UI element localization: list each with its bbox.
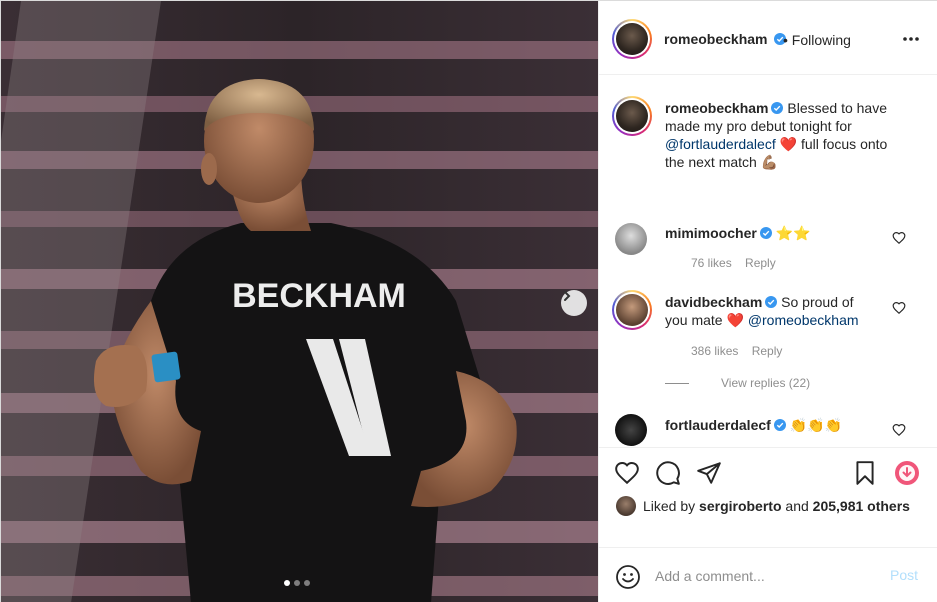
add-comment-bar: Post xyxy=(599,547,937,602)
photo-illustration: BECKHAM xyxy=(1,1,598,602)
caption-username[interactable]: romeobeckham xyxy=(665,100,768,116)
verified-badge-icon xyxy=(773,419,786,431)
reply-button[interactable]: Reply xyxy=(745,256,776,270)
carousel-dots xyxy=(284,580,310,586)
comment-text-1: So proud of xyxy=(781,294,854,310)
next-slide-button[interactable] xyxy=(561,290,587,316)
caption-text-4: the next match xyxy=(665,154,757,170)
post-photo[interactable]: BECKHAM xyxy=(1,1,598,602)
comment-1: mimimoocher ⭐⭐ xyxy=(665,224,811,242)
view-replies-label[interactable]: View replies (22) xyxy=(721,376,810,390)
carousel-dot-2[interactable] xyxy=(294,580,300,586)
comment-text: ⭐⭐ xyxy=(775,225,811,241)
replies-divider xyxy=(665,382,689,384)
author-name-row: romeobeckham xyxy=(664,31,787,47)
likes-summary: Liked by sergiroberto and 205,981 others xyxy=(616,496,910,516)
save-bookmark-icon[interactable] xyxy=(852,460,878,486)
view-replies-button[interactable]: View replies (22) xyxy=(665,376,810,390)
comment-3: fortlauderdalecf 👏👏👏 xyxy=(665,416,842,434)
liker-avatar[interactable] xyxy=(616,496,636,516)
download-icon[interactable] xyxy=(894,460,920,486)
caption-avatar[interactable] xyxy=(612,96,652,136)
comment-mention[interactable]: @romeobeckham xyxy=(748,312,859,328)
muscle-emoji: 💪🏽 xyxy=(760,154,779,170)
like-comment-heart-icon[interactable] xyxy=(892,423,906,437)
likes-others[interactable]: 205,981 others xyxy=(813,498,910,514)
following-status[interactable]: • Following xyxy=(783,32,851,48)
author-username[interactable]: romeobeckham xyxy=(664,31,767,47)
caption-text-3: full focus onto xyxy=(800,136,888,152)
post-comment-button[interactable]: Post xyxy=(890,567,918,583)
commenter-avatar[interactable] xyxy=(615,223,647,255)
comments-list[interactable]: romeobeckham Blessed to have made my pro… xyxy=(599,76,937,446)
chevron-right-icon xyxy=(564,291,571,301)
comment-icon[interactable] xyxy=(655,460,681,486)
emoji-smiley-icon[interactable] xyxy=(615,564,641,590)
verified-badge-icon xyxy=(765,296,778,308)
comment-text: 👏👏👏 xyxy=(789,417,842,433)
comment-likes[interactable]: 386 likes xyxy=(691,344,738,358)
caption-text-2: made my pro debut tonight for xyxy=(665,118,852,134)
post-window: BECKHAM romeobeckham • Following romeobe… xyxy=(0,0,937,602)
comment-username[interactable]: davidbeckham xyxy=(665,294,762,310)
verified-badge-icon xyxy=(771,102,784,114)
more-options-icon[interactable] xyxy=(901,31,921,47)
verified-badge-icon xyxy=(759,227,772,239)
commenter-avatar[interactable] xyxy=(612,290,652,330)
comment-likes[interactable]: 76 likes xyxy=(691,256,732,270)
author-avatar[interactable] xyxy=(612,19,652,59)
comment-username[interactable]: fortlauderdalecf xyxy=(665,417,771,433)
like-comment-heart-icon[interactable] xyxy=(892,301,906,315)
comment-meta: 76 likes Reply xyxy=(691,256,786,270)
liker-username[interactable]: sergiroberto xyxy=(699,498,781,514)
comment-text-2: you mate xyxy=(665,312,723,328)
jersey-name: BECKHAM xyxy=(232,277,406,315)
post-header: romeobeckham • Following xyxy=(599,1,937,75)
post-actions: Liked by sergiroberto and 205,981 others xyxy=(599,447,937,547)
liked-by-label: Liked by xyxy=(643,498,696,514)
comment-meta: 386 likes Reply xyxy=(691,344,792,358)
carousel-dot-3[interactable] xyxy=(304,580,310,586)
comment-input[interactable] xyxy=(655,566,875,586)
heart-emoji: ❤️ xyxy=(779,136,798,152)
like-heart-icon[interactable] xyxy=(614,460,640,486)
caption-mention[interactable]: @fortlauderdalecf xyxy=(665,136,776,152)
likes-and: and xyxy=(785,498,809,514)
post-details-panel: romeobeckham • Following romeobeckham Bl… xyxy=(598,1,937,602)
comment-2: davidbeckham So proud of you mate ❤️ @ro… xyxy=(665,293,895,329)
reply-button[interactable]: Reply xyxy=(752,344,783,358)
comment-username[interactable]: mimimoocher xyxy=(665,225,757,241)
caption: romeobeckham Blessed to have made my pro… xyxy=(665,99,925,171)
caption-text-1: Blessed to have xyxy=(787,100,887,116)
carousel-dot-1[interactable] xyxy=(284,580,290,586)
like-comment-heart-icon[interactable] xyxy=(892,231,906,245)
commenter-avatar[interactable] xyxy=(615,414,647,446)
share-icon[interactable] xyxy=(696,460,722,486)
heart-emoji: ❤️ xyxy=(726,312,744,328)
